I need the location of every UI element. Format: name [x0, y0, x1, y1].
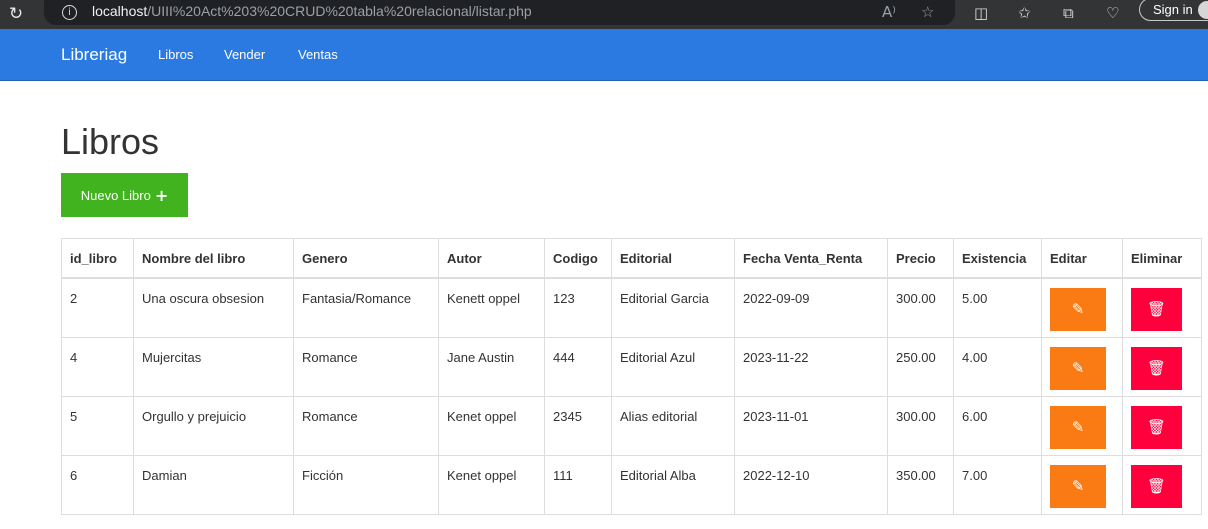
trash-icon: 🗑	[1146, 417, 1167, 436]
col-header-id: id_libro	[61, 238, 134, 279]
col-header-genre: Genero	[293, 238, 439, 279]
cell-stock: 6.00	[953, 395, 1042, 456]
nav-link-libros[interactable]: Libros	[158, 47, 193, 62]
cell-publisher: Editorial Alba	[611, 454, 735, 515]
nav-link-ventas[interactable]: Ventas	[298, 47, 338, 62]
new-book-button[interactable]: Nuevo Libro +	[61, 173, 188, 217]
trash-icon: 🗑	[1146, 358, 1167, 377]
url-text[interactable]: localhost/UIII%20Act%203%20CRUD%20tabla%…	[92, 3, 532, 19]
cell-id: 2	[61, 277, 134, 338]
cell-author: Kenett oppel	[438, 277, 545, 338]
edit-button[interactable]: ✎	[1050, 288, 1106, 331]
cell-author: Kenet oppel	[438, 454, 545, 515]
edit-icon: ✎	[1071, 476, 1085, 495]
cell-publisher: Editorial Garcia	[611, 277, 735, 338]
col-header-code: Codigo	[544, 238, 612, 279]
col-header-delete: Eliminar	[1122, 238, 1202, 279]
cell-publisher: Editorial Azul	[611, 336, 735, 397]
reload-icon[interactable]: ↻	[6, 4, 26, 24]
cell-edit: ✎	[1041, 454, 1123, 515]
cell-author: Kenet oppel	[438, 395, 545, 456]
cell-price: 350.00	[887, 454, 954, 515]
cell-stock: 4.00	[953, 336, 1042, 397]
split-screen-icon[interactable]: ◫	[974, 4, 988, 22]
edit-icon: ✎	[1071, 358, 1085, 377]
delete-button[interactable]: 🗑	[1131, 346, 1182, 390]
cell-author: Jane Austin	[438, 336, 545, 397]
cell-id: 6	[61, 454, 134, 515]
col-header-stock: Existencia	[953, 238, 1042, 279]
cell-delete: 🗑	[1122, 336, 1202, 397]
delete-button[interactable]: 🗑	[1131, 405, 1182, 449]
col-header-name: Nombre del libro	[133, 238, 294, 279]
sign-in-button[interactable]: Sign in	[1139, 0, 1208, 21]
cell-price: 300.00	[887, 277, 954, 338]
nav-link-vender[interactable]: Vender	[224, 47, 265, 62]
cell-id: 5	[61, 395, 134, 456]
favorites-icon[interactable]: ✩	[1018, 4, 1031, 22]
cell-stock: 5.00	[953, 277, 1042, 338]
books-table: id_libro Nombre del libro Genero Autor C…	[61, 238, 1202, 515]
cell-name: Damian	[133, 454, 294, 515]
cell-genre: Romance	[293, 395, 439, 456]
cell-code: 123	[544, 277, 612, 338]
cell-stock: 7.00	[953, 454, 1042, 515]
cell-code: 444	[544, 336, 612, 397]
delete-button[interactable]: 🗑	[1131, 288, 1182, 331]
table-row: 4 Mujercitas Romance Jane Austin 444 Edi…	[61, 336, 1202, 397]
edit-button[interactable]: ✎	[1050, 405, 1106, 449]
table-header-row: id_libro Nombre del libro Genero Autor C…	[61, 238, 1202, 279]
favorite-star-icon[interactable]: ☆	[921, 3, 934, 21]
cell-date: 2023-11-01	[734, 395, 888, 456]
col-header-price: Precio	[887, 238, 954, 279]
trash-icon: 🗑	[1146, 476, 1167, 495]
cell-genre: Ficción	[293, 454, 439, 515]
edit-button[interactable]: ✎	[1050, 464, 1106, 508]
avatar	[1198, 1, 1208, 19]
cell-id: 4	[61, 336, 134, 397]
cell-delete: 🗑	[1122, 395, 1202, 456]
table-row: 6 Damian Ficción Kenet oppel 111 Editori…	[61, 454, 1202, 515]
edit-icon: ✎	[1071, 417, 1085, 436]
col-header-publisher: Editorial	[611, 238, 735, 279]
cell-code: 111	[544, 454, 612, 515]
new-book-label: Nuevo Libro	[80, 187, 151, 203]
cell-publisher: Alias editorial	[611, 395, 735, 456]
read-aloud-icon[interactable]: A⁾	[882, 3, 896, 21]
cell-edit: ✎	[1041, 336, 1123, 397]
table-row: 5 Orgullo y prejuicio Romance Kenet oppe…	[61, 395, 1202, 456]
plus-icon: +	[154, 185, 169, 205]
cell-edit: ✎	[1041, 395, 1123, 456]
cell-name: Mujercitas	[133, 336, 294, 397]
browser-toolbar: ↻ i localhost/UIII%20Act%203%20CRUD%20ta…	[0, 0, 1208, 29]
delete-button[interactable]: 🗑	[1131, 464, 1182, 508]
cell-date: 2022-12-10	[734, 454, 888, 515]
cell-genre: Romance	[293, 336, 439, 397]
cell-delete: 🗑	[1122, 454, 1202, 515]
col-header-author: Autor	[438, 238, 545, 279]
collections-icon[interactable]: ⧉	[1063, 4, 1074, 22]
cell-name: Una oscura obsesion	[133, 277, 294, 338]
cell-name: Orgullo y prejuicio	[133, 395, 294, 456]
cell-genre: Fantasia/Romance	[293, 277, 439, 338]
browser-essentials-icon[interactable]: ♡	[1106, 4, 1119, 22]
info-icon[interactable]: i	[62, 5, 77, 20]
col-header-edit: Editar	[1041, 238, 1123, 279]
cell-price: 250.00	[887, 336, 954, 397]
cell-delete: 🗑	[1122, 277, 1202, 338]
brand-link[interactable]: Libreriag	[61, 45, 127, 65]
page-title: Libros	[61, 121, 160, 162]
edit-icon: ✎	[1071, 300, 1085, 318]
table-row: 2 Una oscura obsesion Fantasia/Romance K…	[61, 277, 1202, 338]
col-header-date: Fecha Venta_Renta	[734, 238, 888, 279]
cell-edit: ✎	[1041, 277, 1123, 338]
cell-price: 300.00	[887, 395, 954, 456]
cell-date: 2022-09-09	[734, 277, 888, 338]
navbar: Libreriag Libros Vender Ventas	[0, 29, 1208, 81]
edit-button[interactable]: ✎	[1050, 346, 1106, 390]
address-bar[interactable]: i localhost/UIII%20Act%203%20CRUD%20tabl…	[44, 0, 955, 25]
cell-date: 2023-11-22	[734, 336, 888, 397]
trash-icon: 🗑	[1146, 300, 1167, 318]
cell-code: 2345	[544, 395, 612, 456]
